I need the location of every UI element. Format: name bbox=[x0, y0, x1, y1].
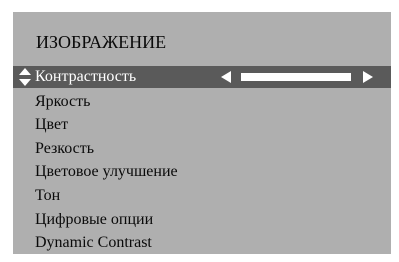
menu-item-label: Яркость bbox=[35, 92, 91, 110]
up-down-arrows-icon bbox=[19, 68, 31, 86]
menu-item-contrast[interactable]: Контрастность bbox=[13, 66, 391, 88]
picture-menu-panel: ИЗОБРАЖЕНИЕ Контрастность Яркость Цвет Р… bbox=[13, 12, 391, 254]
contrast-slider-fill bbox=[241, 73, 351, 81]
menu-item-brightness[interactable]: Яркость bbox=[13, 90, 391, 114]
menu-item-label: Тон bbox=[35, 186, 61, 204]
contrast-slider[interactable] bbox=[221, 71, 373, 83]
menu-item-sharpness[interactable]: Резкость bbox=[13, 137, 391, 161]
menu-list: Контрастность Яркость Цвет Резкость Цвет… bbox=[13, 66, 391, 255]
menu-item-label: Контрастность bbox=[35, 68, 137, 85]
left-arrow-icon[interactable] bbox=[221, 71, 231, 83]
menu-item-color[interactable]: Цвет bbox=[13, 113, 391, 137]
menu-item-label: Dynamic Contrast bbox=[35, 234, 152, 252]
right-arrow-icon[interactable] bbox=[363, 71, 373, 83]
menu-item-label: Цветовое улучшение bbox=[35, 163, 178, 181]
menu-item-label: Цвет bbox=[35, 116, 69, 134]
menu-item-digital-options[interactable]: Цифровые опции bbox=[13, 208, 391, 232]
menu-item-label: Цифровые опции bbox=[35, 210, 154, 228]
menu-item-tint[interactable]: Тон bbox=[13, 184, 391, 208]
contrast-slider-track[interactable] bbox=[241, 73, 351, 81]
menu-title: ИЗОБРАЖЕНИЕ bbox=[36, 32, 167, 52]
menu-item-label: Резкость bbox=[35, 139, 95, 157]
menu-item-color-enhancement[interactable]: Цветовое улучшение bbox=[13, 160, 391, 184]
menu-item-dynamic-contrast[interactable]: Dynamic Contrast bbox=[13, 231, 391, 255]
